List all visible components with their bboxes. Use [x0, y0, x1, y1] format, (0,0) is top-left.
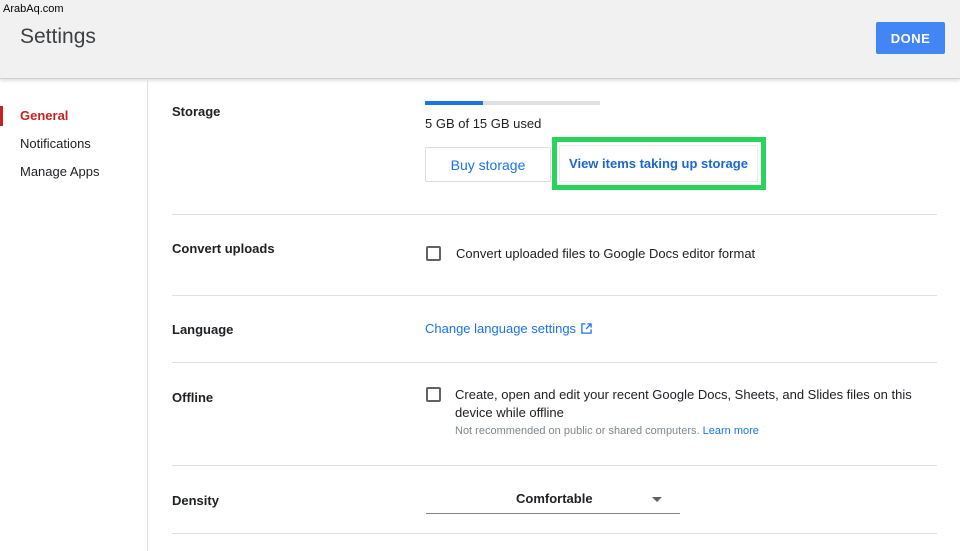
learn-more-link[interactable]: Learn more	[703, 425, 759, 437]
sidebar-item-general[interactable]: General	[0, 104, 147, 128]
language-label: Language	[172, 322, 234, 337]
section-divider	[172, 362, 937, 363]
sidebar-item-manage-apps[interactable]: Manage Apps	[0, 160, 147, 184]
watermark-text: ArabAq.com	[3, 3, 64, 15]
sidebar-item-notifications[interactable]: Notifications	[0, 132, 147, 156]
section-divider	[172, 533, 937, 534]
storage-label: Storage	[172, 104, 221, 119]
storage-usage-text: 5 GB of 15 GB used	[425, 116, 542, 131]
storage-usage-fill	[425, 101, 483, 105]
settings-header: Settings DONE	[0, 0, 960, 79]
offline-hint: Not recommended on public or shared comp…	[455, 425, 759, 437]
offline-label: Offline	[172, 390, 214, 405]
convert-uploads-checkbox[interactable]	[426, 246, 441, 261]
settings-sidebar: General Notifications Manage Apps	[0, 80, 148, 551]
convert-uploads-text: Convert uploaded files to Google Docs ed…	[456, 246, 756, 261]
buy-storage-button[interactable]: Buy storage	[425, 147, 551, 182]
density-select[interactable]: Comfortable	[426, 486, 680, 514]
convert-uploads-label: Convert uploads	[172, 241, 275, 256]
offline-checkbox[interactable]	[426, 387, 441, 402]
section-divider	[172, 295, 937, 296]
density-selected-value: Comfortable	[516, 491, 593, 506]
storage-usage-bar	[425, 101, 600, 105]
density-label: Density	[172, 493, 219, 508]
section-divider	[172, 465, 937, 466]
done-button[interactable]: DONE	[876, 22, 945, 54]
offline-text-line1: Create, open and edit your recent Google…	[455, 387, 912, 402]
external-link-icon	[581, 322, 592, 337]
change-language-link-text: Change language settings	[425, 321, 577, 336]
view-storage-items-button[interactable]: View items taking up storage	[559, 145, 758, 182]
section-divider	[172, 214, 937, 215]
page-title: Settings	[20, 25, 96, 48]
offline-hint-text: Not recommended on public or shared comp…	[455, 425, 700, 437]
change-language-link[interactable]: Change language settings	[425, 321, 592, 337]
dropdown-arrow-icon	[652, 497, 662, 502]
offline-text-line2: device while offline	[455, 405, 564, 420]
